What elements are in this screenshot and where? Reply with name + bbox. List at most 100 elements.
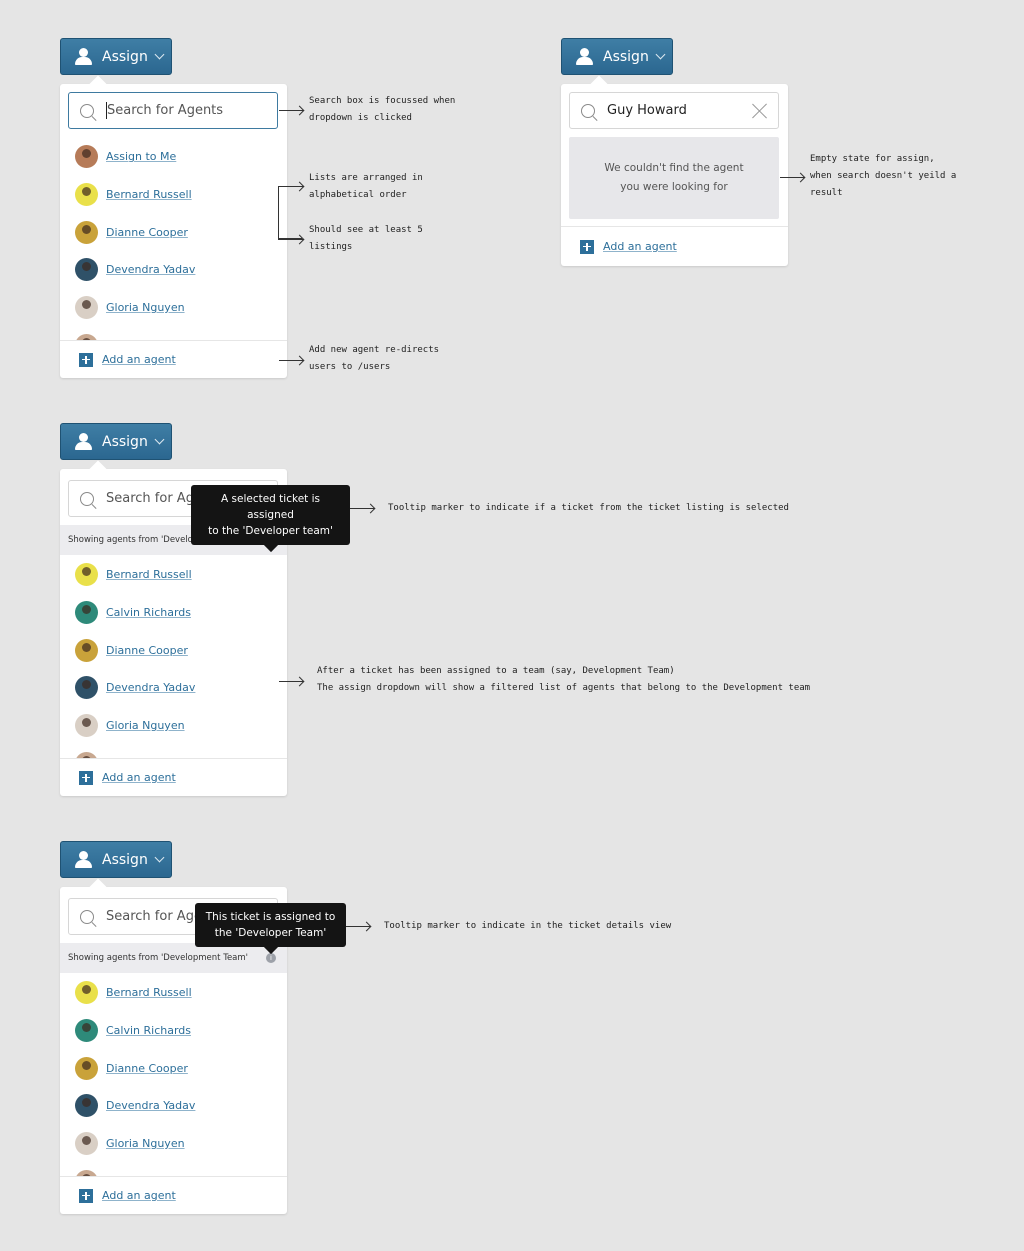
add-agent-link[interactable]: Add an agent [102, 771, 176, 784]
team-filter-banner: Showing agents from 'Development Team' i [60, 943, 287, 973]
agent-list-item[interactable]: Dianne Cooper [60, 631, 287, 669]
close-icon[interactable] [752, 103, 768, 119]
assign-button[interactable]: Assign [60, 841, 172, 878]
agent-list-item[interactable]: Bernard Russell [60, 176, 287, 214]
empty-state-message: We couldn't find the agent you were look… [569, 137, 779, 219]
agent-search-input[interactable]: Guy Howard [569, 92, 779, 129]
assign-button[interactable]: Assign [561, 38, 673, 75]
add-agent-row[interactable]: Add an agent [60, 758, 287, 796]
annotation-arrow [279, 681, 303, 682]
agent-list-item[interactable]: Calvin Richards [60, 594, 287, 632]
dropdown-caret [89, 460, 107, 478]
annotation-tooltip-listing: Tooltip marker to indicate if a ticket f… [388, 503, 789, 513]
assign-dropdown-empty-state: Guy Howard We couldn't find the agent yo… [561, 75, 788, 266]
avatar [75, 676, 98, 700]
avatar [75, 1056, 98, 1080]
plus-icon [79, 1188, 93, 1203]
assign-dropdown-default: Search for Agents Assign to Me Bernard Ru… [60, 75, 287, 378]
assign-label: Assign [603, 48, 649, 65]
avatar [75, 1094, 98, 1118]
agent-name-link[interactable]: Devendra Yadav [106, 263, 195, 276]
agent-list-item[interactable]: Bernard Russell [60, 556, 287, 594]
empty-state-line: you were looking for [620, 181, 728, 193]
agent-name-link[interactable]: Assign to Me [106, 150, 176, 163]
search-icon [80, 909, 94, 924]
agent-list-item-partial [60, 326, 287, 340]
annotation-filtered: After a ticket has been assigned to a te… [317, 666, 811, 693]
agent-list-item[interactable]: Gloria Nguyen [60, 289, 287, 327]
agent-name-link[interactable]: Dianne Cooper [106, 644, 188, 657]
avatar [75, 714, 98, 738]
plus-icon [580, 239, 594, 254]
agent-name-link[interactable]: Bernard Russell [106, 568, 192, 581]
agent-list-item[interactable]: Gloria Nguyen [60, 707, 287, 745]
dropdown-caret [89, 878, 107, 896]
agent-name-link[interactable]: Calvin Richards [106, 1024, 191, 1037]
agent-name-link[interactable]: Dianne Cooper [106, 1062, 188, 1075]
agent-search-input[interactable]: Search for Agents [68, 92, 278, 129]
agent-list-item[interactable]: Calvin Richards [60, 1012, 287, 1050]
add-agent-row[interactable]: Add an agent [561, 226, 788, 266]
agent-name-link[interactable]: Calvin Richards [106, 606, 191, 619]
agent-name-link[interactable]: Dianne Cooper [106, 226, 188, 239]
agent-list-item[interactable]: Devendra Yadav [60, 1087, 287, 1125]
agent-name-link[interactable]: Gloria Nguyen [106, 719, 185, 732]
agent-name-link[interactable]: Gloria Nguyen [106, 301, 185, 314]
add-agent-link[interactable]: Add an agent [603, 240, 677, 253]
agent-list[interactable]: Bernard Russell Calvin Richards Dianne Coo… [60, 556, 287, 758]
annotation-add-agent: Add new agent re-directs users to /users [309, 345, 440, 372]
annotation-arrow [278, 186, 303, 187]
avatar [75, 1132, 98, 1156]
agent-list-item[interactable]: Dianne Cooper [60, 1049, 287, 1087]
annotation-empty-state: Empty state for assign, when search does… [810, 154, 957, 198]
user-icon [75, 433, 93, 450]
avatar [75, 145, 98, 169]
assign-button[interactable]: Assign [60, 423, 172, 460]
add-agent-link[interactable]: Add an agent [102, 1189, 176, 1202]
add-agent-row[interactable]: Add an agent [60, 340, 287, 378]
add-agent-link[interactable]: Add an agent [102, 353, 176, 366]
annotation-arrow [346, 926, 370, 927]
search-icon [80, 491, 94, 506]
assign-label: Assign [102, 48, 148, 65]
chevron-down-icon [655, 49, 666, 60]
agent-list-item[interactable]: Devendra Yadav [60, 669, 287, 707]
agent-list-item[interactable]: Dianne Cooper [60, 213, 287, 251]
agent-name-link[interactable]: Bernard Russell [106, 986, 192, 999]
agent-list-item[interactable]: Gloria Nguyen [60, 1125, 287, 1163]
agent-list-item[interactable]: Bernard Russell [60, 974, 287, 1012]
avatar [75, 296, 98, 320]
annotation-min-listings: Should see at least 5 listings [309, 225, 423, 252]
team-filter-text: Showing agents from 'Development Team' [68, 953, 249, 963]
user-icon [75, 851, 93, 868]
avatar [75, 981, 98, 1005]
chevron-down-icon [154, 49, 165, 60]
search-placeholder: Search for Agents [107, 103, 224, 118]
agent-name-link[interactable]: Devendra Yadav [106, 681, 195, 694]
agent-list-item[interactable]: Devendra Yadav [60, 251, 287, 289]
search-value: Guy Howard [607, 103, 687, 118]
search-icon [80, 103, 94, 118]
team-tooltip: A selected ticket is assigned to the 'De… [191, 485, 350, 553]
assign-label: Assign [102, 433, 148, 450]
agent-list-item[interactable]: Assign to Me [60, 138, 287, 176]
agent-list[interactable]: Assign to Me Bernard Russell Dianne Cooper… [60, 138, 287, 340]
assign-button[interactable]: Assign [60, 38, 172, 75]
annotation-bracket [278, 186, 302, 239]
info-icon[interactable]: i [266, 953, 276, 963]
agent-name-link[interactable]: Bernard Russell [106, 188, 192, 201]
annotation-arrow [279, 110, 303, 111]
annotation-arrow [278, 239, 303, 240]
chevron-down-icon [154, 852, 165, 863]
agent-list[interactable]: Bernard Russell Calvin Richards Dianne Coo… [60, 974, 287, 1176]
agent-name-link[interactable]: Devendra Yadav [106, 1099, 195, 1112]
search-icon [581, 103, 595, 118]
empty-state-line: We couldn't find the agent [604, 162, 744, 174]
add-agent-row[interactable]: Add an agent [60, 1176, 287, 1214]
agent-name-link[interactable]: Gloria Nguyen [106, 1137, 185, 1150]
plus-icon [79, 770, 93, 785]
annotation-search-focus: Search box is focussed when dropdown is … [309, 96, 456, 123]
annotation-tooltip-details: Tooltip marker to indicate in the ticket… [384, 921, 672, 931]
avatar [75, 183, 98, 207]
dropdown-caret [89, 75, 107, 93]
